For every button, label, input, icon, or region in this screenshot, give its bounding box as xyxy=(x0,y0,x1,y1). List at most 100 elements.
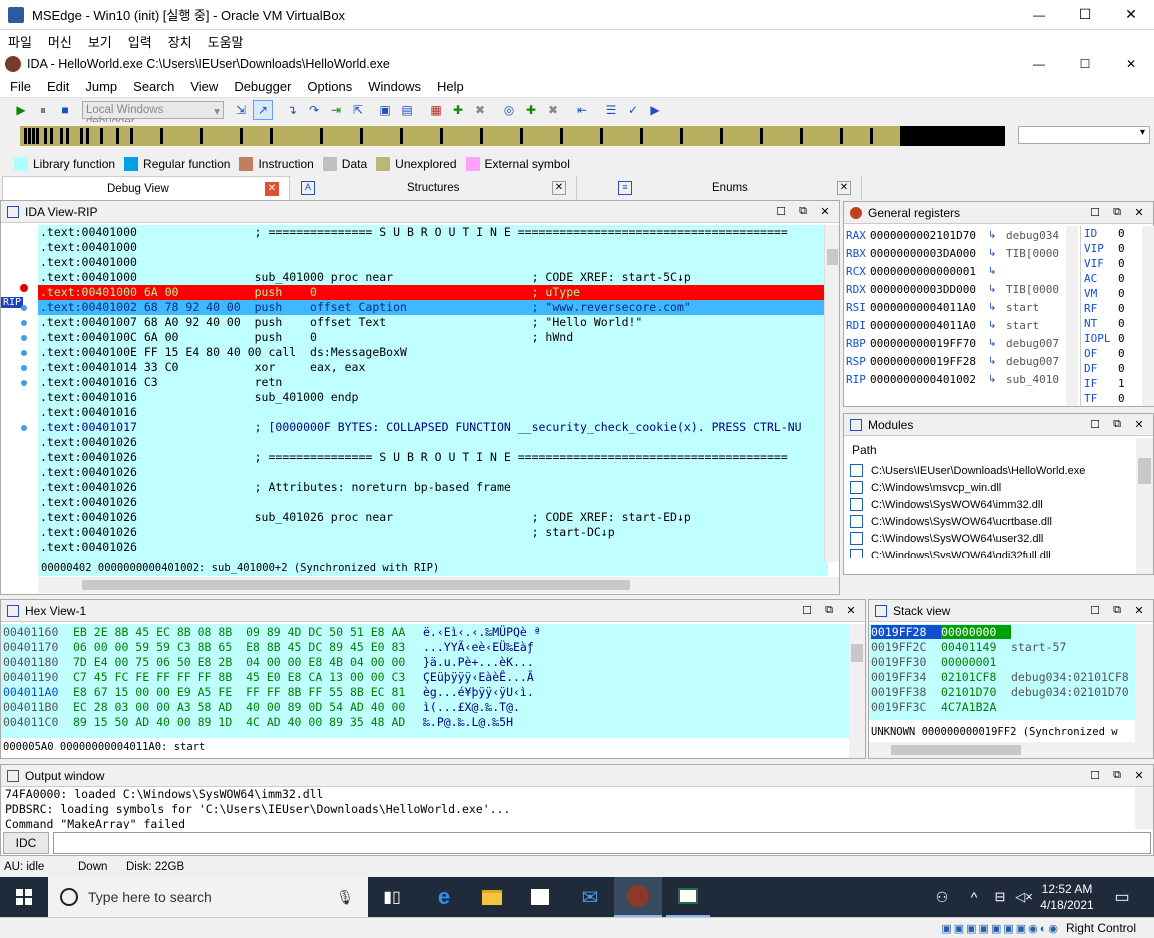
flag-row[interactable]: DF 0 xyxy=(1081,361,1142,376)
breakpoints-icon[interactable]: ▦ xyxy=(426,100,446,120)
hex-bytes[interactable]: EC 28 03 00 00 A3 58 AD 40 00 89 0D 54 A… xyxy=(73,700,423,714)
disasm-line[interactable]: .text:00401016 xyxy=(38,405,824,420)
register-row[interactable]: RIP 0000000000401002 ↳ sub_4010 xyxy=(844,370,1066,388)
tab-enums[interactable]: ≡ Enums ✕ xyxy=(608,176,862,200)
hex-text[interactable]: }ä.u.Pè+...èK... xyxy=(423,655,534,669)
flag-value[interactable]: 0 xyxy=(1118,272,1125,285)
register-row[interactable]: RBX 00000000003DA000 ↳ TIB[0000 xyxy=(844,244,1066,262)
trace-list-icon[interactable]: ☰ xyxy=(601,100,621,120)
panel-float-button[interactable]: ⧉ xyxy=(1109,206,1125,219)
register-row[interactable]: RBP 000000000019FF70 ↳ debug007 xyxy=(844,334,1066,352)
register-value[interactable]: 000000000019FF70 xyxy=(870,337,988,350)
people-icon[interactable]: ⚇ xyxy=(924,877,960,917)
play-icon[interactable]: ▶ xyxy=(11,100,31,120)
tab-debug-view[interactable]: Debug View ✕ xyxy=(2,176,290,200)
hex-text[interactable]: ‰.P­@.‰.L­@.‰5H­ xyxy=(423,715,513,729)
tab-structures[interactable]: A Structures ✕ xyxy=(291,176,577,200)
stack-value[interactable]: 02101D70 xyxy=(941,685,1011,699)
disasm-line[interactable]: .text:00401007 68 A0 92 40 00 push offse… xyxy=(38,315,824,330)
disasm-line[interactable]: .text:00401026 ; Attributes: noreturn bp… xyxy=(38,480,824,495)
stack-value[interactable]: 00000000 xyxy=(941,624,1011,639)
panel-close-button[interactable]: ✕ xyxy=(1131,418,1147,431)
menu-view[interactable]: View xyxy=(182,79,226,94)
delete-breakpoint-icon[interactable]: ✖ xyxy=(470,100,490,120)
register-row[interactable]: RDI 00000000004011A0 ↳ start xyxy=(844,316,1066,334)
idc-button[interactable]: IDC xyxy=(3,832,49,854)
register-value[interactable]: 0000000000000001 xyxy=(870,265,988,278)
flags-scrollbar[interactable] xyxy=(1142,226,1154,406)
run-to-cursor-icon[interactable]: ⇥ xyxy=(326,100,346,120)
module-row[interactable]: C:\Users\IEUser\Downloads\HelloWorld.exe xyxy=(850,462,1136,479)
register-value[interactable]: 00000000003DA000 xyxy=(870,247,988,260)
flag-row[interactable]: AC 0 xyxy=(1081,271,1142,286)
register-value[interactable]: 00000000004011A0 xyxy=(870,301,988,314)
ida-close-button[interactable]: ✕ xyxy=(1108,57,1154,71)
flag-value[interactable]: 0 xyxy=(1118,392,1125,405)
stack-scrollbar[interactable] xyxy=(1135,624,1153,758)
store-icon[interactable] xyxy=(522,877,558,917)
stack-value[interactable]: 00401149 xyxy=(941,640,1011,654)
disasm-line[interactable]: .text:00401016 C3 retn xyxy=(38,375,824,390)
hex-text[interactable]: ë.‹Eì‹.‹.‰MÜPQè ª xyxy=(423,625,541,639)
trace-run-icon[interactable]: ▶ xyxy=(645,100,665,120)
delete-watch-icon[interactable]: ✖ xyxy=(543,100,563,120)
panel-close-button[interactable]: ✕ xyxy=(1131,604,1147,617)
hex-text[interactable]: ...YYÃ‹eè‹EÜ‰Eàƒ xyxy=(423,640,534,654)
stack-row[interactable]: 0019FF30 00000001 xyxy=(869,654,1135,669)
module-row[interactable]: C:\Windows\SysWOW64\ucrtbase.dll xyxy=(850,513,1136,530)
flag-row[interactable]: IOPL 0 xyxy=(1081,331,1142,346)
register-row[interactable]: RSP 000000000019FF28 ↳ debug007 xyxy=(844,352,1066,370)
detach-icon[interactable]: ↗ xyxy=(253,100,273,120)
panel-float-button[interactable]: ⧉ xyxy=(1109,769,1125,782)
disasm-line[interactable]: .text:00401017 ; [0000000F BYTES: COLLAP… xyxy=(38,420,824,435)
module-row[interactable]: C:\Windows\SysWOW64\user32.dll xyxy=(850,530,1136,547)
disasm-line[interactable]: .text:00401026 ; =============== S U B R… xyxy=(38,450,824,465)
vbox-menu-view[interactable]: 보기 xyxy=(80,32,120,51)
register-value[interactable]: 0000000000401002 xyxy=(870,373,988,386)
horizontal-scrollbar[interactable] xyxy=(38,577,839,593)
hex-bytes[interactable]: 06 00 00 59 59 C3 8B 65 E8 8B 45 DC 89 4… xyxy=(73,640,423,654)
debugger-select[interactable]: Local Windows debugger ▾ xyxy=(82,101,224,128)
module-row[interactable]: C:\Windows\SysWOW64\imm32.dll xyxy=(850,496,1136,513)
breakpoint-slot-icon[interactable] xyxy=(21,335,27,341)
register-row[interactable]: RAX 0000000002101D70 ↳ debug034 xyxy=(844,226,1066,244)
flag-row[interactable]: TF 0 xyxy=(1081,391,1142,406)
stack-value[interactable]: 4C7A1B2A xyxy=(941,700,1011,714)
flag-value[interactable]: 0 xyxy=(1118,242,1125,255)
command-input[interactable] xyxy=(53,832,1151,854)
panel-float-button[interactable]: ⧉ xyxy=(795,205,811,218)
disasm-line[interactable]: .text:0040100E FF 15 E4 80 40 00 call ds… xyxy=(38,345,824,360)
flag-value[interactable]: 0 xyxy=(1118,362,1125,375)
stop-icon[interactable]: ■ xyxy=(55,100,75,120)
vbox-menu-file[interactable]: 파일 xyxy=(0,32,40,51)
step-over-icon[interactable]: ↷ xyxy=(304,100,324,120)
edge-icon[interactable]: e xyxy=(426,877,462,917)
hex-dump[interactable]: 00401160 EB 2E 8B 45 EC 8B 08 8B 09 89 4D… xyxy=(1,624,849,738)
app-taskbar-icon[interactable] xyxy=(666,877,710,917)
disasm-line[interactable]: .text:00401002 68 78 92 40 00 push offse… xyxy=(38,300,824,315)
flag-value[interactable]: 0 xyxy=(1118,227,1125,240)
register-value[interactable]: 000000000019FF28 xyxy=(870,355,988,368)
menu-edit[interactable]: Edit xyxy=(39,79,77,94)
stack-list[interactable]: 0019FF28 00000000 0019FF2C 00401149 start-57… xyxy=(869,624,1135,720)
panel-close-button[interactable]: ✕ xyxy=(817,205,833,218)
menu-file[interactable]: File xyxy=(2,79,39,94)
flag-row[interactable]: RF 0 xyxy=(1081,301,1142,316)
stack-row[interactable]: 0019FF3C 4C7A1B2A xyxy=(869,699,1135,714)
breakpoint-slot-icon[interactable] xyxy=(21,365,27,371)
mail-icon[interactable]: ✉ xyxy=(572,877,608,917)
windows-start-icon[interactable] xyxy=(0,877,48,917)
panel-minimize-button[interactable]: ☐ xyxy=(799,604,815,617)
menu-debugger[interactable]: Debugger xyxy=(226,79,299,94)
vbox-menu-input[interactable]: 입력 xyxy=(120,32,160,51)
register-scrollbar[interactable] xyxy=(1066,226,1078,406)
hex-row[interactable]: 004011C0 89 15 50 AD 40 00 89 1D 4C AD 40… xyxy=(1,714,849,729)
panel-close-button[interactable]: ✕ xyxy=(1131,769,1147,782)
panel-minimize-button[interactable]: ☐ xyxy=(1087,769,1103,782)
register-value[interactable]: 0000000002101D70 xyxy=(870,229,988,242)
add-watch-icon[interactable]: ✚ xyxy=(521,100,541,120)
vertical-scrollbar[interactable] xyxy=(824,225,839,562)
register-value[interactable]: 00000000003DD000 xyxy=(870,283,988,296)
stack-hscrollbar[interactable] xyxy=(869,742,1135,758)
ida-restore-button[interactable]: ☐ xyxy=(1062,57,1108,71)
